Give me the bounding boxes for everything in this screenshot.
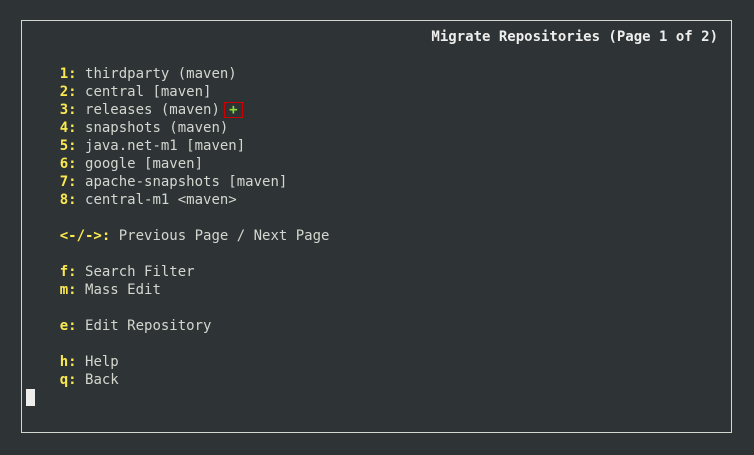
paging-label: Previous Page / Next Page bbox=[118, 228, 330, 244]
paging-key: <-/->: bbox=[59, 228, 111, 244]
command-key: e: bbox=[59, 318, 77, 334]
repo-item-6[interactable]: 6: google [maven] bbox=[26, 137, 203, 172]
edit-repository-command[interactable]: e: Edit Repository bbox=[26, 299, 212, 334]
command-label: Back bbox=[85, 372, 119, 388]
help-command[interactable]: h: Help bbox=[26, 335, 119, 370]
back-command[interactable]: q: Back bbox=[26, 353, 119, 388]
paging-command[interactable]: <-/->: Previous Page / Next Page bbox=[26, 209, 330, 244]
command-label: Mass Edit bbox=[85, 282, 161, 298]
repo-item-2[interactable]: 2: central [maven] bbox=[26, 65, 212, 100]
mass-edit-command[interactable]: m: Mass Edit bbox=[26, 263, 161, 298]
repo-item-3[interactable]: 3: releases (maven) + bbox=[26, 83, 243, 118]
repo-item-7[interactable]: 7: apache-snapshots [maven] bbox=[26, 155, 288, 190]
command-key: q: bbox=[59, 372, 77, 388]
search-filter-command[interactable]: f: Search Filter bbox=[26, 245, 195, 280]
command-key: m: bbox=[59, 282, 77, 298]
repo-item-8[interactable]: 8: central-m1 <maven> bbox=[26, 173, 237, 208]
page-title: Migrate Repositories (Page 1 of 2) bbox=[431, 29, 718, 45]
terminal-screen: Migrate Repositories (Page 1 of 2) 1: th… bbox=[0, 0, 754, 455]
repo-item-label: central-m1 <maven> bbox=[85, 192, 237, 208]
input-cursor[interactable] bbox=[26, 389, 35, 406]
command-label: Edit Repository bbox=[85, 318, 212, 334]
repo-item-1[interactable]: 1: thirdparty (maven) bbox=[26, 47, 237, 82]
repo-item-5[interactable]: 5: java.net-m1 [maven] bbox=[26, 119, 245, 154]
repo-item-4[interactable]: 4: snapshots (maven) bbox=[26, 101, 229, 136]
repo-item-key: 8: bbox=[59, 192, 77, 208]
